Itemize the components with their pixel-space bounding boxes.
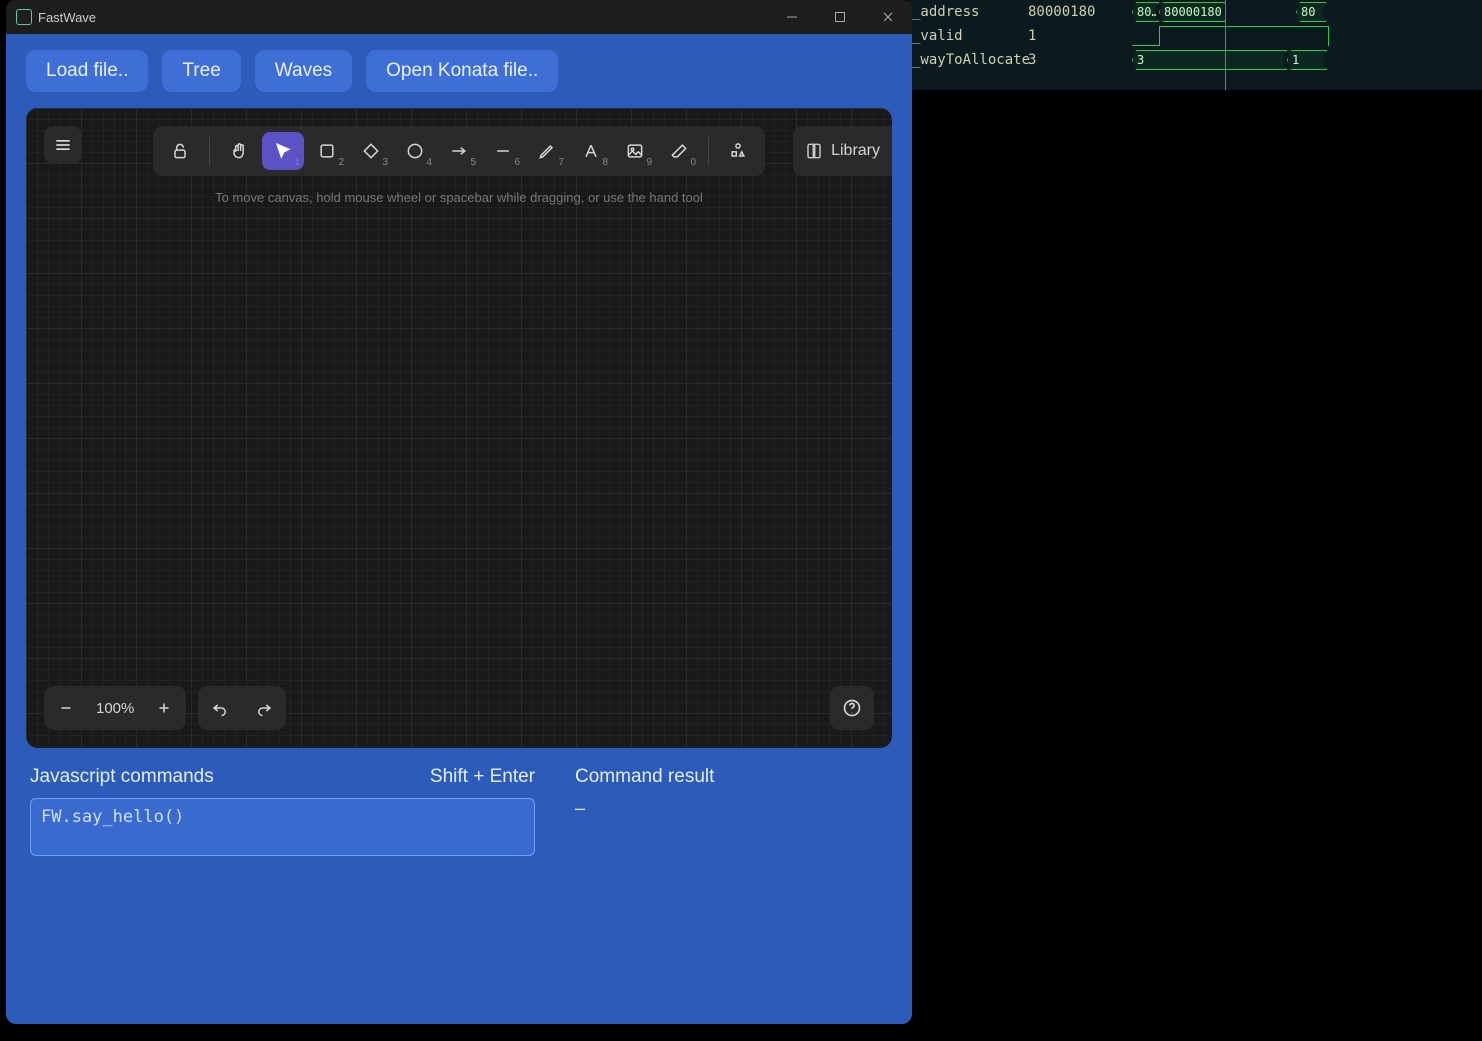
diamond-tool[interactable]: 3 <box>350 132 392 170</box>
drawing-canvas[interactable]: 1 2 3 4 5 6 7 8 9 0 Library To move canv… <box>26 108 892 748</box>
toolbar-divider <box>708 137 709 165</box>
signal-name: _wayToAllocate <box>908 52 1028 68</box>
waveform-panel: _address 80000180 80… 80000180 80 _valid… <box>908 0 1482 90</box>
signal-track[interactable] <box>1132 25 1482 47</box>
text-tool[interactable]: 8 <box>570 132 612 170</box>
time-cursor[interactable] <box>1225 0 1226 90</box>
signal-value: 80000180 <box>1028 4 1132 20</box>
window-title: FastWave <box>38 10 96 25</box>
undo-button[interactable] <box>198 686 242 730</box>
close-button[interactable] <box>864 0 912 34</box>
signal-row-valid: _valid 1 <box>908 24 1482 48</box>
titlebar[interactable]: FastWave <box>6 0 912 34</box>
drawing-toolbar: 1 2 3 4 5 6 7 8 9 0 <box>153 126 765 176</box>
js-shortcut-hint: Shift + Enter <box>430 766 535 788</box>
signal-track[interactable]: 3 1 <box>1132 49 1482 71</box>
command-result-label: Command result <box>575 766 714 788</box>
signal-name: _valid <box>908 28 1028 44</box>
hand-tool[interactable] <box>218 132 260 170</box>
top-button-row: Load file.. Tree Waves Open Konata file.… <box>6 34 912 108</box>
more-shapes-tool[interactable] <box>717 132 759 170</box>
arrow-tool[interactable]: 5 <box>438 132 480 170</box>
help-button[interactable] <box>830 686 874 730</box>
zoom-in-button[interactable] <box>142 686 186 730</box>
signal-row-allocate: _wayToAllocate 3 3 1 <box>908 48 1482 72</box>
minimize-button[interactable] <box>768 0 816 34</box>
signal-value: 3 <box>1028 52 1132 68</box>
tree-button[interactable]: Tree <box>162 50 240 92</box>
signal-row-address: _address 80000180 80… 80000180 80 <box>908 0 1482 24</box>
lock-tool[interactable] <box>159 132 201 170</box>
app-window: FastWave Load file.. Tree Waves Open Kon… <box>6 0 912 1024</box>
wave-segment: 80000180 <box>1159 2 1225 22</box>
line-tool[interactable]: 6 <box>482 132 524 170</box>
app-icon <box>16 9 32 25</box>
js-commands-label: Javascript commands <box>30 766 214 788</box>
load-file-button[interactable]: Load file.. <box>26 50 148 92</box>
signal-value: 1 <box>1028 28 1132 44</box>
rectangle-tool[interactable]: 2 <box>306 132 348 170</box>
wave-segment: 80… <box>1132 2 1159 22</box>
history-controls <box>198 686 286 730</box>
open-konata-button[interactable]: Open Konata file.. <box>366 50 558 92</box>
pencil-tool[interactable]: 7 <box>526 132 568 170</box>
eraser-tool[interactable]: 0 <box>658 132 700 170</box>
hamburger-menu-button[interactable] <box>44 126 82 164</box>
signal-track[interactable]: 80… 80000180 80 <box>1132 1 1482 23</box>
canvas-hint: To move canvas, hold mouse wheel or spac… <box>26 190 892 205</box>
library-button[interactable]: Library <box>793 126 892 176</box>
toolbar-divider <box>209 137 210 165</box>
image-tool[interactable]: 9 <box>614 132 656 170</box>
signal-name: _address <box>908 4 1028 20</box>
circle-tool[interactable]: 4 <box>394 132 436 170</box>
io-section: Javascript commands Shift + Enter Comman… <box>6 748 912 865</box>
wave-segment: 1 <box>1287 50 1327 70</box>
command-result-value: – <box>575 798 888 819</box>
library-label: Library <box>831 142 880 160</box>
redo-button[interactable] <box>242 686 286 730</box>
wave-segment: 80 <box>1296 2 1326 22</box>
wave-segment: 3 <box>1132 50 1287 70</box>
select-tool[interactable]: 1 <box>262 132 304 170</box>
zoom-controls: 100% <box>44 686 186 730</box>
js-command-input[interactable] <box>30 798 535 856</box>
zoom-level[interactable]: 100% <box>88 700 142 717</box>
zoom-out-button[interactable] <box>44 686 88 730</box>
waves-button[interactable]: Waves <box>255 50 352 92</box>
maximize-button[interactable] <box>816 0 864 34</box>
